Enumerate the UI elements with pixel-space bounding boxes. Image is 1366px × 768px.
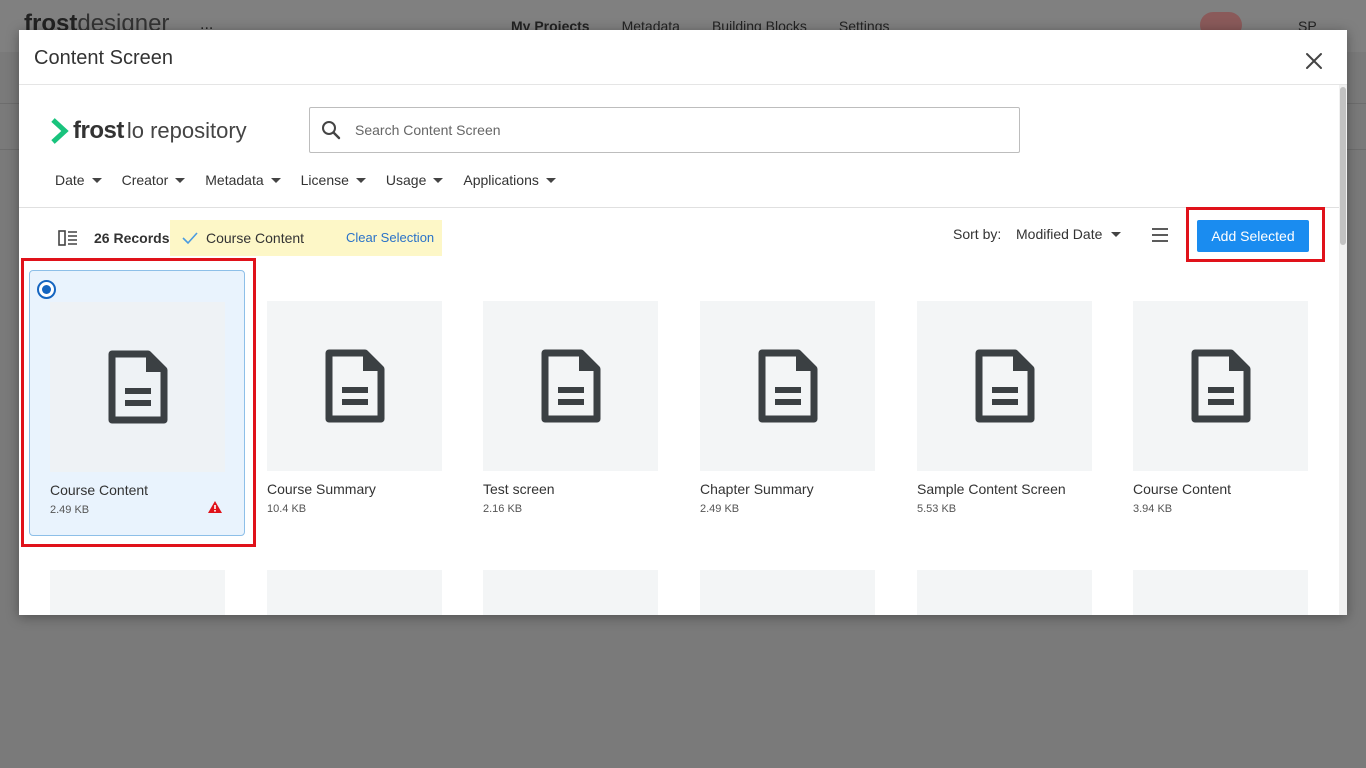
card-size: 5.53 KB <box>917 503 957 515</box>
card-size: 3.94 KB <box>1133 503 1173 515</box>
card-thumbnail[interactable] <box>917 570 1092 615</box>
filter-license[interactable]: License <box>301 172 366 188</box>
search-input[interactable] <box>355 122 975 138</box>
content-screen-modal: Content Screen frost lo repository Date … <box>19 30 1347 615</box>
results-toolbar: 26 Records <box>58 220 169 256</box>
card-thumbnail <box>917 301 1092 471</box>
brand-subtitle: lo repository <box>126 118 247 143</box>
content-card[interactable]: Test screen 2.16 KB <box>463 270 679 536</box>
card-name: Course Summary <box>267 481 376 497</box>
filter-metadata[interactable]: Metadata <box>205 172 281 188</box>
sort-dropdown[interactable]: Modified Date <box>1016 226 1122 242</box>
filter-bar: Date Creator Metadata License Usage Appl… <box>55 172 576 188</box>
card-thumbnail[interactable] <box>700 570 875 615</box>
search-box[interactable] <box>309 107 1020 153</box>
card-thumbnail[interactable] <box>50 570 225 615</box>
content-card[interactable]: Chapter Summary 2.49 KB <box>680 270 896 536</box>
card-name: Course Content <box>1133 481 1232 497</box>
caret-down-icon <box>175 177 186 183</box>
card-thumbnail[interactable] <box>483 570 658 615</box>
card-thumbnail <box>267 301 442 471</box>
document-icon <box>541 349 600 423</box>
modal-title: Content Screen <box>34 47 173 69</box>
caret-down-icon <box>270 177 281 183</box>
scrollbar-thumb[interactable] <box>1340 87 1346 245</box>
content-card[interactable]: Course Content 3.94 KB <box>1113 270 1329 536</box>
card-thumbnail <box>1133 301 1308 471</box>
filter-applications[interactable]: Applications <box>463 172 556 188</box>
card-size: 2.16 KB <box>483 503 523 515</box>
card-size: 2.49 KB <box>700 503 740 515</box>
highlight-box <box>1186 207 1325 262</box>
card-name: Chapter Summary <box>700 481 814 497</box>
search-icon <box>322 121 341 140</box>
filter-usage[interactable]: Usage <box>386 172 444 188</box>
card-name: Test screen <box>483 481 555 497</box>
card-thumbnail <box>483 301 658 471</box>
card-name: Sample Content Screen <box>917 481 1066 497</box>
document-icon <box>975 349 1034 423</box>
section-divider <box>19 207 1339 208</box>
caret-down-icon <box>433 177 444 183</box>
card-size: 10.4 KB <box>267 503 307 515</box>
sort-label: Sort by: <box>953 226 1002 242</box>
selection-chip: Course Content Clear Selection <box>170 220 442 256</box>
frost-logo-icon <box>51 118 69 144</box>
panel-toggle-icon[interactable] <box>58 230 78 246</box>
document-icon <box>325 349 384 423</box>
list-view-icon[interactable] <box>1150 227 1170 243</box>
caret-down-icon <box>1111 231 1122 237</box>
caret-down-icon <box>91 177 102 183</box>
filter-creator[interactable]: Creator <box>122 172 186 188</box>
document-icon <box>1191 349 1250 423</box>
repository-logo: frost lo repository <box>51 117 247 145</box>
card-thumbnail[interactable] <box>267 570 442 615</box>
highlight-box <box>21 258 256 547</box>
modal-divider <box>19 84 1347 85</box>
card-thumbnail[interactable] <box>1133 570 1308 615</box>
scrollbar[interactable] <box>1339 85 1347 615</box>
close-icon[interactable] <box>1303 50 1325 72</box>
brand-name: frost <box>73 117 124 144</box>
selected-item-label: Course Content <box>206 230 305 246</box>
content-card[interactable]: Course Summary 10.4 KB <box>246 270 462 536</box>
document-icon <box>758 349 817 423</box>
caret-down-icon <box>545 177 556 183</box>
content-card[interactable]: Sample Content Screen 5.53 KB <box>897 270 1113 536</box>
records-count: 26 Records <box>94 230 170 246</box>
card-thumbnail <box>700 301 875 471</box>
check-icon <box>182 232 198 245</box>
filter-date[interactable]: Date <box>55 172 102 188</box>
caret-down-icon <box>355 177 366 183</box>
clear-selection-link[interactable]: Clear Selection <box>346 230 434 245</box>
